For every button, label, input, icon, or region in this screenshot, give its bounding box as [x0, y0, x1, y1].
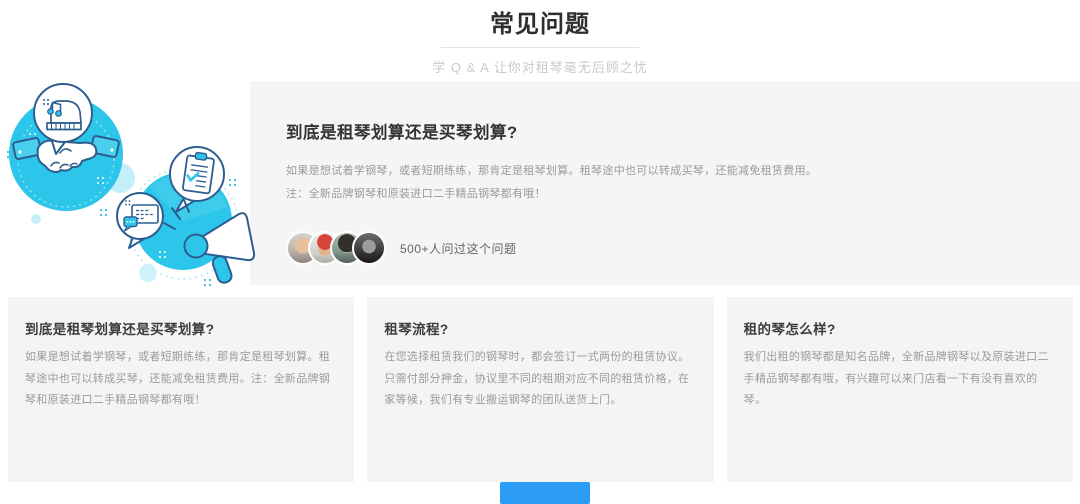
faq-card-answer: 我们出租的钢琴都是知名品牌，全新品牌钢琴以及原装进口二手精品钢琴都有哦，有兴趣可…	[744, 347, 1060, 412]
featured-question-panel: 到底是租琴划算还是买琴划算? 如果是想试着学钢琴，或者短期练练，那肯定是租琴划算…	[250, 81, 1080, 285]
faq-card-question: 租琴流程?	[384, 318, 700, 338]
faq-card-answer: 如果是想试着学钢琴，或者短期练练，那肯定是租琴划算。租琴途中也可以转成买琴，还能…	[25, 347, 341, 412]
social-proof-label: 500+人问过这个问题	[400, 240, 517, 257]
faq-card-question: 到底是租琴划算还是买琴划算?	[25, 318, 341, 338]
faq-card-answer: 在您选择租赁我们的钢琴时，都会签订一式两份的租赁协议。只需付部分押金，协议里不同…	[384, 347, 700, 412]
faq-card-piano-quality: 租的琴怎么样? 我们出租的钢琴都是知名品牌，全新品牌钢琴以及原装进口二手精品钢琴…	[727, 297, 1073, 482]
avatar-bw-portrait	[352, 231, 386, 265]
faq-card-question: 租的琴怎么样?	[744, 318, 1060, 338]
faq-card-list: 到底是租琴划算还是买琴划算? 如果是想试着学钢琴，或者短期练练，那肯定是租琴划算…	[8, 297, 1073, 482]
faq-card-rental-process: 租琴流程? 在您选择租赁我们的钢琴时，都会签订一式两份的租赁协议。只需付部分押金…	[367, 297, 713, 482]
featured-answer-line1: 如果是想试着学钢琴，或者短期练练，那肯定是租琴划算。租琴途中也可以转成买琴，还能…	[286, 160, 1050, 183]
featured-answer-line2: 注：全新品牌钢琴和原装进口二手精品钢琴都有哦！	[286, 183, 1050, 206]
faq-illustration	[0, 82, 258, 290]
featured-question-title: 到底是租琴划算还是买琴划算?	[286, 119, 1050, 143]
page-title: 常见问题	[0, 0, 1080, 39]
view-more-button[interactable]	[500, 482, 590, 504]
page-subtitle: 学 Q & A 让你对租琴毫无后顾之忧	[0, 57, 1080, 76]
faq-card-rent-vs-buy: 到底是租琴划算还是买琴划算? 如果是想试着学钢琴，或者短期练练，那肯定是租琴划算…	[8, 297, 354, 482]
social-proof: 500+人问过这个问题	[286, 231, 1050, 265]
header-divider	[441, 47, 639, 48]
avatar-group	[286, 231, 386, 265]
faq-header: 常见问题 学 Q & A 让你对租琴毫无后顾之忧	[0, 0, 1080, 76]
handshake-piano-megaphone-illustration	[0, 82, 258, 290]
